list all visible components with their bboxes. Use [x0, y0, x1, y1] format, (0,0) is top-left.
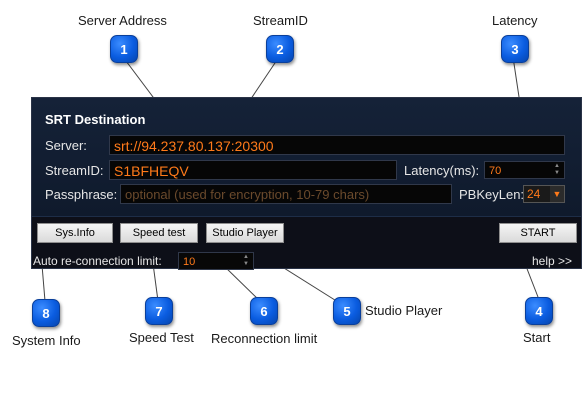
sys-info-button[interactable]: Sys.Info: [37, 223, 113, 243]
latency-stepper[interactable]: 70 ▲ ▼: [484, 161, 565, 179]
callout-studio-player: Studio Player: [365, 303, 443, 318]
streamid-input[interactable]: S1BFHEQV: [109, 160, 397, 180]
passphrase-input[interactable]: optional (used for encryption, 10-79 cha…: [120, 184, 452, 204]
help-link[interactable]: help >>: [532, 254, 572, 268]
badge-2: 2: [266, 35, 294, 63]
panel-header-area: SRT Destination Server: srt://94.237.80.…: [32, 98, 581, 217]
streamid-label: StreamID:: [45, 163, 104, 178]
badge-1: 1: [110, 35, 138, 63]
latency-value: 70: [489, 165, 502, 177]
srt-destination-panel: SRT Destination Server: srt://94.237.80.…: [31, 97, 582, 270]
callout-system-info: System Info: [12, 333, 81, 348]
server-input[interactable]: srt://94.237.80.137:20300: [109, 135, 565, 155]
badge-4: 4: [525, 297, 553, 325]
latency-label: Latency(ms):: [404, 163, 480, 178]
studio-player-button[interactable]: Studio Player: [206, 223, 284, 243]
callout-latency: Latency: [492, 13, 538, 28]
speed-test-button[interactable]: Speed test: [120, 223, 198, 243]
pbkeylen-select[interactable]: 24 ▼: [523, 185, 565, 203]
callout-server-address: Server Address: [78, 13, 167, 28]
panel-title: SRT Destination: [45, 112, 146, 127]
passphrase-label: Passphrase:: [45, 187, 118, 202]
reconnect-stepper-arrows[interactable]: ▲ ▼: [240, 254, 252, 268]
reconnect-stepper[interactable]: 10 ▲ ▼: [178, 252, 254, 270]
callout-speed-test: Speed Test: [129, 330, 194, 345]
latency-stepper-arrows[interactable]: ▲ ▼: [551, 163, 563, 177]
callout-reconnection-limit: Reconnection limit: [211, 331, 318, 346]
badge-6: 6: [250, 297, 278, 325]
badge-7: 7: [145, 297, 173, 325]
badge-8: 8: [32, 299, 60, 327]
callout-streamid: StreamID: [253, 13, 308, 28]
pbkeylen-label: PBKeyLen:: [459, 187, 525, 202]
server-label: Server:: [45, 138, 87, 153]
reconnect-value: 10: [183, 256, 196, 268]
pbkeylen-value: 24: [527, 187, 541, 201]
start-button[interactable]: START: [499, 223, 577, 243]
callout-start: Start: [523, 330, 551, 345]
badge-3: 3: [501, 35, 529, 63]
reconnect-label: Auto re-connection limit:: [33, 254, 162, 268]
badge-5: 5: [333, 297, 361, 325]
chevron-down-icon[interactable]: ▼: [550, 186, 564, 202]
